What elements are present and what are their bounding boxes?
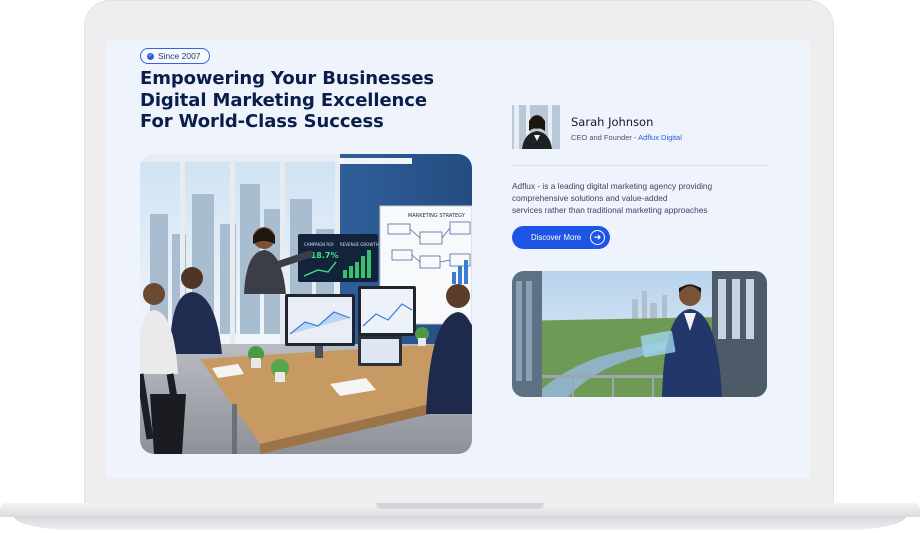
headline-line: Digital Marketing Excellence [140,89,427,111]
discover-more-button[interactable]: Discover More ➜ [512,226,610,249]
laptop-notch [376,503,544,509]
profile-name: Sarah Johnson [571,115,654,129]
description-line: comprehensive solutions and value-added [512,193,668,203]
description-line: services rather than traditional marketi… [512,205,708,215]
city-balcony-image [512,271,767,397]
headline-line: For World-Class Success [140,111,384,132]
arrow-right-icon: ➜ [590,230,605,245]
website-screen: ✓ Since 2007 Empowering Your Businesses … [106,41,810,478]
since-badge: ✓ Since 2007 [140,48,210,64]
check-icon: ✓ [147,52,154,60]
discover-more-label: Discover More [531,233,582,242]
headline-line: Empowering Your Businesses [140,68,435,89]
avatar [512,105,560,149]
office-meeting-image: MARKETING STRATEGY CAMPAIGN ROI +18.7% R… [140,154,472,454]
role-prefix: CEO and Founder - [571,133,639,142]
badge-label: Since 2007 [158,51,201,61]
profile-role: CEO and Founder - Adflux Digital [571,133,682,142]
company-link[interactable]: Adflux Digital [638,133,682,142]
hero-headline: Empowering Your Businesses Digital Marke… [140,68,460,133]
whiteboard-title: MARKETING STRATEGY [408,213,466,219]
description-line: Adflux - is a leading digital marketing … [512,181,713,191]
divider [512,165,768,166]
screen-label-growth: REVENUE GROWTH [340,242,379,247]
company-description: Adflux - is a leading digital marketing … [512,180,752,216]
screen-label-roi: CAMPAIGN ROI [304,242,334,247]
laptop-base-bottom [14,516,906,530]
